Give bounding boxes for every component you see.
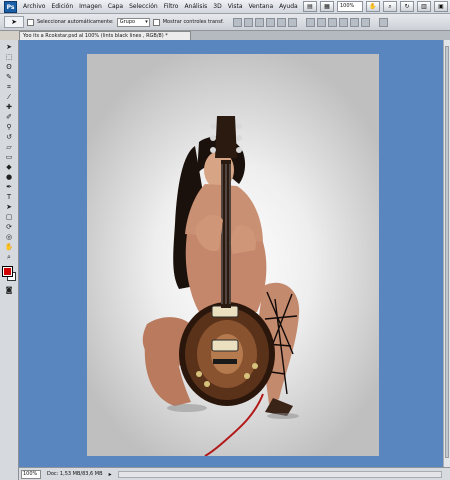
rotate-view-icon[interactable]: ↻ (400, 1, 414, 12)
document-workspace[interactable] (19, 40, 443, 467)
hand-tool-icon-tb[interactable]: ✋ (3, 243, 16, 252)
menu-archivo[interactable]: Archivo (20, 3, 48, 10)
quick-selection-tool-icon[interactable]: ✎ (3, 73, 16, 82)
status-zoom-field[interactable]: 100% (21, 469, 41, 479)
show-transform-label: Mostrar controles transf. (162, 19, 224, 25)
document-canvas[interactable] (87, 54, 379, 456)
document-tab-bar: Yoo its a Rcokstar.psd al 100% (lints bl… (19, 31, 450, 40)
zoom-tool-icon-tb[interactable]: ⌕ (3, 253, 16, 262)
distribute-center-icon[interactable] (349, 17, 359, 27)
eyedropper-tool-icon[interactable]: ⁄ (3, 93, 16, 102)
distribute-bottom-icon[interactable] (327, 17, 337, 27)
marquee-tool-icon[interactable]: ⬚ (3, 53, 16, 62)
healing-brush-tool-icon[interactable]: ✚ (3, 103, 16, 112)
bridge-icon[interactable]: ▤ (303, 1, 317, 12)
menu-3d[interactable]: 3D (210, 3, 224, 10)
menu-analisis[interactable]: Análisis (181, 3, 210, 10)
auto-select-label: Seleccionar automáticamente: (37, 19, 114, 25)
auto-align-layers-icon[interactable] (378, 17, 388, 27)
quick-mask-icon[interactable]: ◙ (3, 286, 16, 295)
vertical-scrollbar-thumb[interactable] (445, 46, 449, 458)
menu-capa[interactable]: Capa (105, 3, 126, 10)
menu-ventana[interactable]: Ventana (246, 3, 277, 10)
gradient-tool-icon[interactable]: ▭ (3, 153, 16, 162)
status-menu-arrow-icon[interactable]: ▸ (109, 471, 112, 478)
screen-mode-icon[interactable]: ▣ (434, 1, 448, 12)
align-center-icon[interactable] (276, 17, 286, 27)
distribute-buttons (305, 17, 370, 27)
eraser-tool-icon[interactable]: ▱ (3, 143, 16, 152)
menu-seleccion[interactable]: Selección (126, 3, 161, 10)
distribute-top-icon[interactable] (305, 17, 315, 27)
path-selection-tool-icon[interactable]: ➤ (3, 203, 16, 212)
document-tab[interactable]: Yoo its a Rcokstar.psd al 100% (lints bl… (19, 31, 191, 40)
pen-tool-icon[interactable]: ✒ (3, 183, 16, 192)
distribute-middle-icon[interactable] (316, 17, 326, 27)
menu-filtro[interactable]: Filtro (161, 3, 182, 10)
mini-bridge-icon[interactable]: ▦ (320, 1, 334, 12)
toolbox: ➤ ⬚ ʘ ✎ ⌗ ⁄ ✚ ✐ ⚲ ↺ ▱ ▭ ◆ ● ✒ T ➤ ▢ ⟳ ◎ … (0, 40, 19, 480)
horizontal-scrollbar[interactable] (117, 470, 442, 478)
lasso-tool-icon[interactable]: ʘ (3, 63, 16, 72)
history-brush-tool-icon[interactable]: ↺ (3, 133, 16, 142)
align-left-icon[interactable] (265, 17, 275, 27)
clone-stamp-tool-icon[interactable]: ⚲ (3, 123, 16, 132)
menu-ayuda[interactable]: Ayuda (276, 3, 301, 10)
menu-vista[interactable]: Vista (225, 3, 246, 10)
auto-align-buttons (378, 17, 388, 27)
align-right-icon[interactable] (287, 17, 297, 27)
crop-tool-icon[interactable]: ⌗ (3, 83, 16, 92)
menu-imagen[interactable]: Imagen (76, 3, 105, 10)
vertical-scrollbar[interactable] (443, 40, 450, 467)
foreground-color-swatch[interactable] (1, 266, 13, 277)
menu-edicion[interactable]: Edición (48, 3, 76, 10)
blur-tool-icon[interactable]: ◆ (3, 163, 16, 172)
3d-orbit-tool-icon[interactable]: ◎ (3, 233, 16, 242)
distribute-right-icon[interactable] (360, 17, 370, 27)
align-bottom-icon[interactable] (254, 17, 264, 27)
auto-select-target-select[interactable]: Grupo (116, 17, 150, 27)
photoshop-logo[interactable]: Ps (4, 0, 17, 13)
hand-tool-icon[interactable]: ✋ (366, 1, 380, 12)
status-bar: 100% Doc: 1,53 MB/83,6 MB ▸ (19, 467, 450, 480)
color-swatches (1, 266, 16, 281)
menu-bar: Ps Archivo Edición Imagen Capa Selección… (0, 0, 450, 14)
move-tool-preset-icon[interactable]: ➤ (4, 16, 24, 28)
align-buttons (232, 17, 297, 27)
3d-rotate-tool-icon[interactable]: ⟳ (3, 223, 16, 232)
move-tool-icon[interactable]: ➤ (3, 43, 16, 52)
dodge-tool-icon[interactable]: ● (3, 173, 16, 182)
brush-tool-icon[interactable]: ✐ (3, 113, 16, 122)
options-bar: ➤ Seleccionar automáticamente: Grupo Mos… (0, 14, 450, 31)
document-size-info[interactable]: Doc: 1,53 MB/83,6 MB (47, 471, 103, 477)
auto-select-checkbox[interactable] (27, 18, 34, 26)
distribute-left-icon[interactable] (338, 17, 348, 27)
align-top-icon[interactable] (232, 17, 242, 27)
arrange-documents-icon[interactable]: ▥ (417, 1, 431, 12)
show-transform-checkbox[interactable] (152, 18, 160, 26)
zoom-tool-icon[interactable]: ⌕ (383, 1, 397, 12)
rockstar-artwork (142, 116, 300, 456)
align-middle-icon[interactable] (243, 17, 253, 27)
shape-tool-icon[interactable]: ▢ (3, 213, 16, 222)
type-tool-icon[interactable]: T (3, 193, 16, 202)
zoom-level-select[interactable]: 100% (337, 1, 363, 12)
